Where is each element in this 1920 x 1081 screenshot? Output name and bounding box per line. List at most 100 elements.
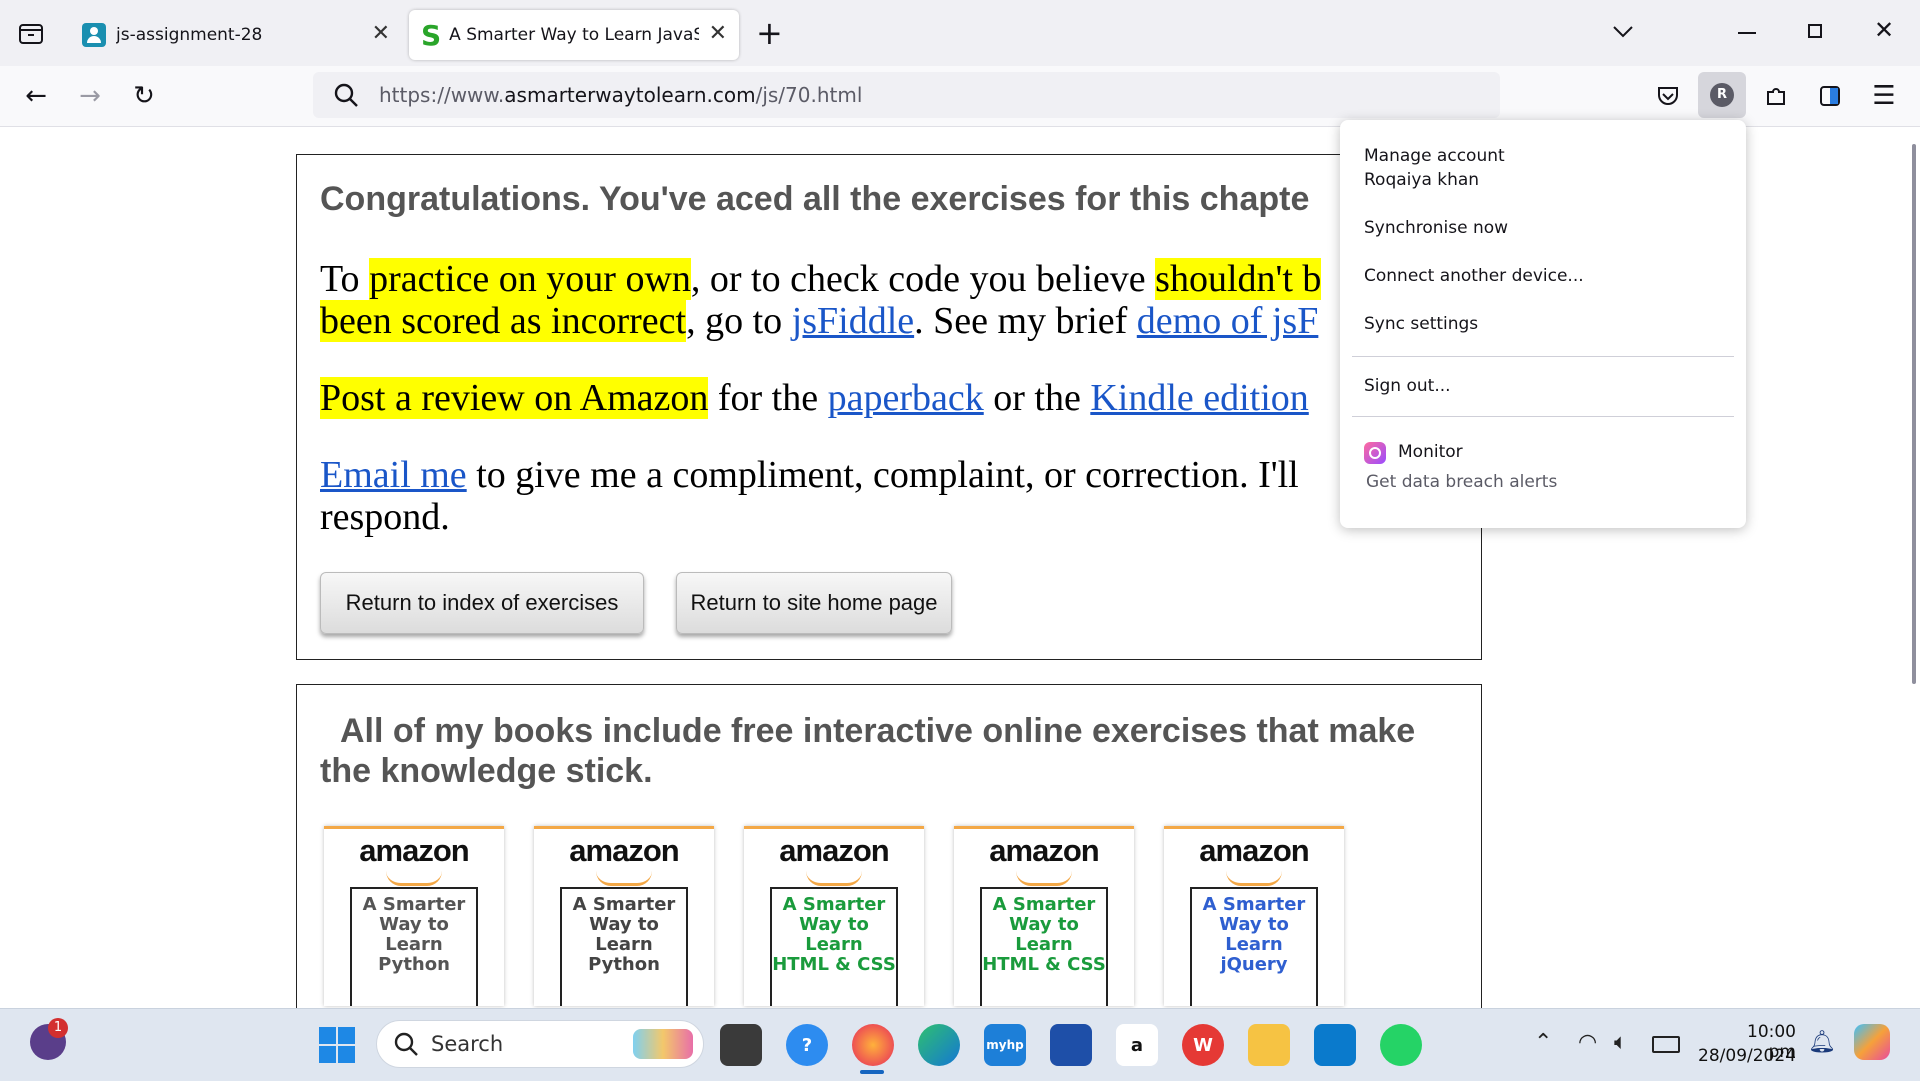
monitor-subtitle: Get data breach alerts xyxy=(1366,472,1558,492)
book-html-css-2[interactable]: amazon A Smarter Way to Learn HTML & CSS xyxy=(954,826,1134,1006)
wifi-icon[interactable]: ◠ xyxy=(1578,1030,1597,1055)
start-icon[interactable] xyxy=(318,1026,356,1064)
tab-smarter-way[interactable]: S A Smarter Way to Learn JavaScr ✕ xyxy=(409,10,739,60)
battery-icon[interactable] xyxy=(1652,1036,1680,1053)
connect-device-item[interactable]: Connect another device... xyxy=(1364,266,1584,286)
task-view-icon[interactable] xyxy=(720,1024,762,1066)
vscode-icon[interactable] xyxy=(1314,1024,1356,1066)
sidebar-icon[interactable] xyxy=(1810,76,1850,116)
address-bar[interactable]: https://www.asmarterwaytolearn.com/js/70… xyxy=(313,72,1500,118)
back-icon[interactable]: ← xyxy=(16,76,56,116)
book-cover: A Smarter Way to Learn Python xyxy=(350,887,478,1006)
practice-paragraph-line1: To practice on your own, or to check cod… xyxy=(320,258,1322,300)
books-heading-line1: All of my books include free interactive… xyxy=(340,712,1416,750)
new-tab-button[interactable]: + xyxy=(756,14,783,52)
menu-icon[interactable]: ☰ xyxy=(1864,76,1904,116)
menu-divider xyxy=(1352,416,1734,417)
account-username: Roqaiya khan xyxy=(1364,170,1480,190)
amazon-logo: amazon xyxy=(569,833,679,868)
jsfiddle-link[interactable]: jsFiddle xyxy=(792,300,914,342)
manage-account-item[interactable]: Manage account xyxy=(1364,146,1505,166)
notifications-bell-icon[interactable]: 🔔︎ xyxy=(1808,1030,1836,1055)
minimize-icon[interactable] xyxy=(1738,32,1756,34)
amazon-icon[interactable]: a xyxy=(1116,1024,1158,1066)
book-cover: A Smarter Way to Learn HTML & CSS xyxy=(770,887,898,1006)
book-html-css-1[interactable]: amazon A Smarter Way to Learn HTML & CSS xyxy=(744,826,924,1006)
amazon-smile-icon xyxy=(596,871,652,886)
sync-settings-item[interactable]: Sync settings xyxy=(1364,314,1478,334)
monitor-icon xyxy=(1364,442,1386,464)
forward-icon[interactable]: → xyxy=(70,76,110,116)
tab-label: A Smarter Way to Learn JavaScr xyxy=(449,25,700,45)
pocket-icon[interactable] xyxy=(1648,76,1688,116)
book-jquery[interactable]: amazon A Smarter Way to Learn jQuery xyxy=(1164,826,1344,1006)
amazon-smile-icon xyxy=(1226,871,1282,886)
copilot-icon[interactable] xyxy=(1854,1024,1890,1060)
microsoft-store-icon[interactable] xyxy=(1050,1024,1092,1066)
search-icon xyxy=(393,1031,419,1062)
notification-badge: 1 xyxy=(48,1018,68,1038)
search-placeholder: Search xyxy=(431,1032,504,1056)
return-to-home-button[interactable]: Return to site home page xyxy=(676,572,952,634)
monitor-item[interactable]: Monitor xyxy=(1398,442,1463,462)
url-text: https://www.asmarterwaytolearn.com/js/70… xyxy=(379,83,863,107)
tab-overview-icon[interactable] xyxy=(16,18,46,48)
email-link[interactable]: Email me xyxy=(320,454,467,496)
sign-out-item[interactable]: Sign out... xyxy=(1364,376,1451,396)
amazon-logo: amazon xyxy=(359,833,469,868)
search-icon xyxy=(333,82,359,113)
menu-divider xyxy=(1352,356,1734,357)
list-tabs-icon[interactable] xyxy=(1610,20,1636,48)
book-python-2[interactable]: amazon A Smarter Way to Learn Python xyxy=(534,826,714,1006)
tab-strip: js-assignment-28 ✕ S A Smarter Way to Le… xyxy=(0,0,1920,66)
reload-icon[interactable]: ↻ xyxy=(124,76,164,116)
help-app-icon[interactable]: ? xyxy=(786,1024,828,1066)
account-menu: Manage account Roqaiya khan Synchronise … xyxy=(1340,120,1746,528)
email-paragraph-line1: Email me to give me a compliment, compla… xyxy=(320,454,1299,496)
myhp-icon[interactable]: myhp xyxy=(984,1024,1026,1066)
amazon-smile-icon xyxy=(386,871,442,886)
amazon-smile-icon xyxy=(1016,871,1072,886)
extensions-icon[interactable] xyxy=(1756,76,1796,116)
file-explorer-icon[interactable] xyxy=(1248,1024,1290,1066)
amazon-logo: amazon xyxy=(779,833,889,868)
close-tab-icon[interactable]: ✕ xyxy=(709,23,727,45)
books-heading-line2: the knowledge stick. xyxy=(320,752,653,790)
restore-icon[interactable] xyxy=(1808,24,1822,38)
amazon-logo: amazon xyxy=(1199,833,1309,868)
tab-js-assignment[interactable]: js-assignment-28 ✕ xyxy=(72,10,402,60)
contacts-icon xyxy=(82,23,106,47)
close-tab-icon[interactable]: ✕ xyxy=(372,23,390,45)
account-button[interactable]: R xyxy=(1698,72,1746,118)
synchronise-now-item[interactable]: Synchronise now xyxy=(1364,218,1508,238)
book-python-1[interactable]: amazon A Smarter Way to Learn Python xyxy=(324,826,504,1006)
return-to-index-button[interactable]: Return to index of exercises xyxy=(320,572,644,634)
book-cover: A Smarter Way to Learn Python xyxy=(560,887,688,1006)
edge-icon[interactable] xyxy=(918,1024,960,1066)
search-highlight-icon xyxy=(633,1029,693,1059)
book-cover: A Smarter Way to Learn jQuery xyxy=(1190,887,1318,1006)
page-scrollbar[interactable] xyxy=(1912,144,1916,684)
taskbar-search-input[interactable]: Search xyxy=(376,1020,704,1068)
firefox-icon[interactable] xyxy=(852,1024,894,1066)
avatar: R xyxy=(1710,83,1734,107)
review-paragraph: Post a review on Amazon for the paperbac… xyxy=(320,377,1309,419)
paperback-link[interactable]: paperback xyxy=(828,377,984,419)
practice-paragraph-line2: been scored as incorrect, go to jsFiddle… xyxy=(320,300,1319,342)
book-cover: A Smarter Way to Learn HTML & CSS xyxy=(980,887,1108,1006)
taskbar xyxy=(0,1008,1920,1081)
amazon-smile-icon xyxy=(806,871,862,886)
kindle-link[interactable]: Kindle edition xyxy=(1090,377,1308,419)
chevron-up-icon[interactable]: ⌃ xyxy=(1534,1030,1552,1055)
tab-label: js-assignment-28 xyxy=(116,25,263,45)
amazon-logo: amazon xyxy=(989,833,1099,868)
close-window-icon[interactable]: ✕ xyxy=(1874,16,1894,44)
site-favicon-icon: S xyxy=(421,18,442,52)
wps-office-icon[interactable]: W xyxy=(1182,1024,1224,1066)
clock-date[interactable]: 28/09/2024 xyxy=(1696,1046,1796,1066)
email-paragraph-line2: respond. xyxy=(320,496,450,538)
congrats-heading: Congratulations. You've aced all the exe… xyxy=(320,180,1310,218)
volume-icon[interactable]: 🔈︎ xyxy=(1614,1030,1627,1055)
whatsapp-icon[interactable] xyxy=(1380,1024,1422,1066)
demo-link[interactable]: demo of jsF xyxy=(1137,300,1319,342)
